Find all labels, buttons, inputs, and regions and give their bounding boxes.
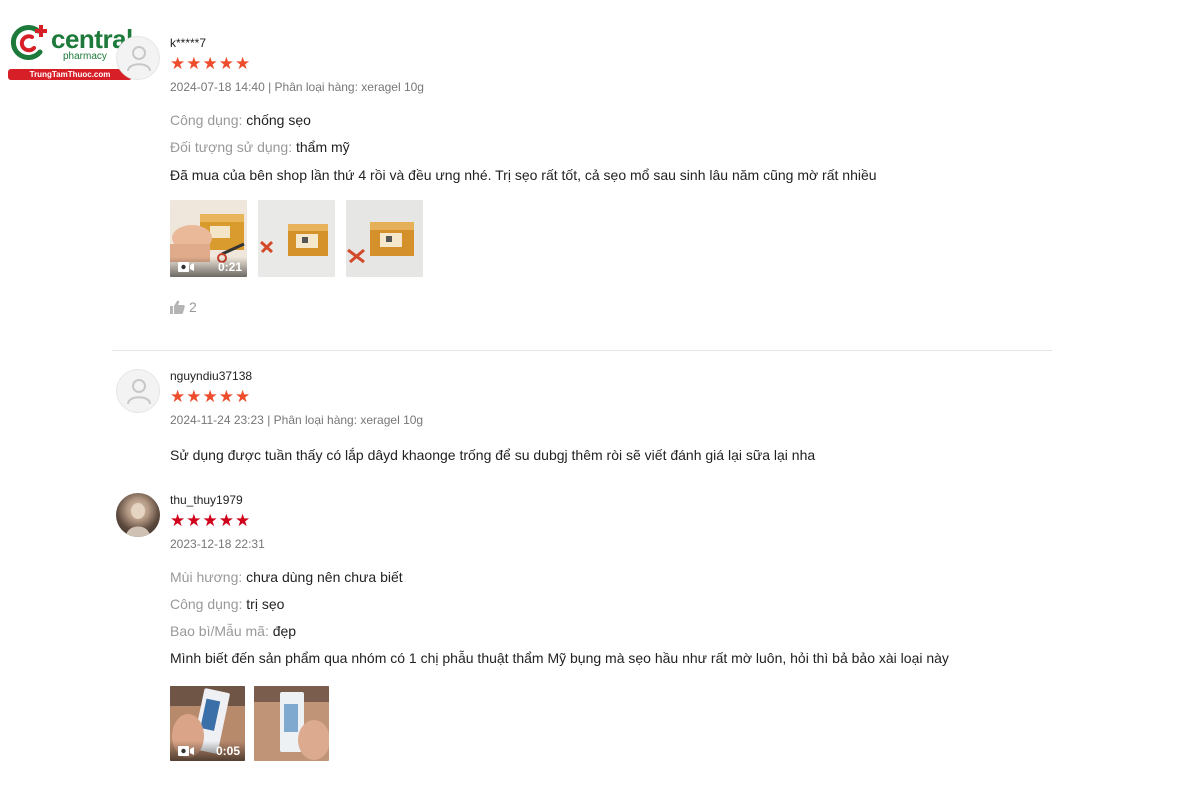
video-camera-icon <box>178 262 194 272</box>
star-icon: ★ <box>235 387 251 406</box>
user-placeholder-icon <box>127 46 151 71</box>
video-thumbnail[interactable]: 0:21 <box>170 200 247 277</box>
review-text: Đã mua của bên shop lần thứ 4 rồi và đều… <box>170 167 877 183</box>
rating-stars: ★ ★ ★ ★ ★ <box>170 511 1050 530</box>
attribute-label: Mùi hương: <box>170 569 243 585</box>
brand-sub: pharmacy <box>63 51 107 62</box>
attribute-value: trị sẹo <box>246 596 285 612</box>
attribute-value: đẹp <box>272 623 297 639</box>
product-box-photo <box>258 200 335 277</box>
review-attribute: Đối tượng sử dụng: thẩm mỹ <box>170 139 1050 155</box>
star-icon: ★ <box>170 387 186 406</box>
star-icon: ★ <box>170 54 186 73</box>
video-thumbnail[interactable]: 0:05 <box>170 686 245 761</box>
video-duration: 0:21 <box>217 260 242 274</box>
review-text: Mình biết đến sản phẩm qua nhóm có 1 chị… <box>170 650 949 666</box>
attribute-value: chưa dùng nên chưa biết <box>246 569 403 585</box>
star-icon: ★ <box>170 511 186 530</box>
rating-stars: ★ ★ ★ ★ ★ <box>170 54 1050 73</box>
attribute-value: thẩm mỹ <box>296 139 350 155</box>
review-meta: 2024-11-24 23:23 | Phân loại hàng: xerag… <box>170 413 424 427</box>
video-duration: 0:05 <box>215 744 240 758</box>
review-attributes: Mùi hương: chưa dùng nên chưa biết Công … <box>170 569 1050 639</box>
review-divider <box>112 350 1052 351</box>
avatar[interactable] <box>116 36 160 80</box>
image-thumbnail[interactable] <box>258 200 335 277</box>
product-box-photo <box>346 200 423 277</box>
star-icon: ★ <box>218 387 234 406</box>
review-attribute: Công dụng: chống sẹo <box>170 112 1050 128</box>
video-camera-icon <box>178 746 194 756</box>
review-attribute: Công dụng: trị sẹo <box>170 596 1050 612</box>
star-icon: ★ <box>202 54 218 73</box>
review-text: Sử dụng được tuần thấy có lắp dâyd khaon… <box>170 447 816 463</box>
star-icon: ★ <box>202 387 218 406</box>
star-icon: ★ <box>218 511 234 530</box>
review-media: 0:05 <box>170 686 1050 761</box>
attribute-label: Công dụng: <box>170 596 243 612</box>
like-button[interactable]: 2 <box>170 299 1050 315</box>
star-icon: ★ <box>218 54 234 73</box>
avatar[interactable] <box>116 369 160 413</box>
attribute-label: Bao bì/Mẫu mã: <box>170 623 269 639</box>
reviewer-username[interactable]: thu_thuy1979 <box>170 493 1050 507</box>
image-thumbnail[interactable] <box>346 200 423 277</box>
star-icon: ★ <box>186 387 202 406</box>
reviewer-username[interactable]: k*****7 <box>170 36 1050 50</box>
review-meta: 2024-07-18 14:40 | Phân loại hàng: xerag… <box>170 80 424 94</box>
avatar[interactable] <box>116 493 160 537</box>
review-attribute: Bao bì/Mẫu mã: đẹp <box>170 623 1050 639</box>
user-placeholder-icon <box>127 379 151 404</box>
star-icon: ★ <box>235 511 251 530</box>
star-icon: ★ <box>235 54 251 73</box>
review-media: 0:21 <box>170 200 1050 277</box>
brand-site: TrungTamThuoc.com <box>8 69 132 80</box>
attribute-label: Đối tượng sử dụng: <box>170 139 293 155</box>
logo-mark-icon <box>10 25 47 60</box>
brand-logo[interactable]: central pharmacy TrungTamThuoc.com <box>7 22 133 82</box>
review-attribute: Mùi hương: chưa dùng nên chưa biết <box>170 569 1050 585</box>
image-thumbnail[interactable] <box>254 686 329 761</box>
reviewer-username[interactable]: nguyndiu37138 <box>170 369 1050 383</box>
review-meta: 2023-12-18 22:31 <box>170 537 265 551</box>
user-photo-icon <box>126 503 150 537</box>
thumbs-up-icon <box>170 300 185 314</box>
product-tube-photo <box>254 686 329 761</box>
attribute-value: chống sẹo <box>246 112 311 128</box>
star-icon: ★ <box>186 511 202 530</box>
attribute-label: Công dụng: <box>170 112 243 128</box>
rating-stars: ★ ★ ★ ★ ★ <box>170 387 1050 406</box>
like-count: 2 <box>189 299 197 315</box>
review-attributes: Công dụng: chống sẹo Đối tượng sử dụng: … <box>170 112 1050 155</box>
star-icon: ★ <box>186 54 202 73</box>
star-icon: ★ <box>202 511 218 530</box>
